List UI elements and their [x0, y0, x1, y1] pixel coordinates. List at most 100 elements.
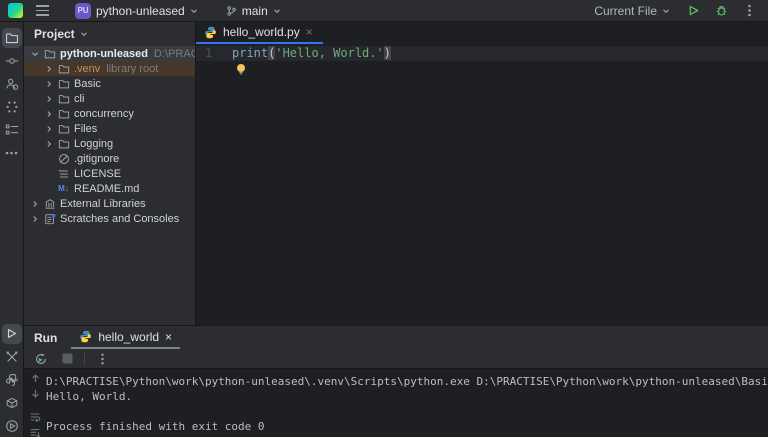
tree-item-logging[interactable]: Logging [24, 136, 195, 151]
folder-icon [57, 122, 70, 135]
tree-item-files[interactable]: Files [24, 121, 195, 136]
more-actions-button[interactable] [738, 2, 760, 20]
tree-chevron-collapsed-icon[interactable] [44, 109, 53, 118]
pull-requests-tool-button[interactable] [2, 74, 22, 94]
tree-chevron-collapsed-icon[interactable] [44, 79, 53, 88]
tree-item-scratches-and-consoles[interactable]: Scratches and Consoles [24, 211, 195, 226]
tree-item-label: python-unleased [60, 48, 148, 60]
more-tool-windows-button[interactable] [2, 143, 22, 163]
main-menu-button[interactable] [29, 2, 55, 20]
run-panel-header: Run hello_world × [24, 326, 768, 349]
rerun-icon[interactable] [32, 351, 50, 367]
tree-item-label: LICENSE [74, 168, 121, 180]
chevron-down-icon [190, 7, 198, 15]
tree-item-label: .venv [74, 63, 100, 75]
vcs-branch-widget[interactable]: main [220, 2, 287, 20]
text-file-icon [57, 167, 70, 180]
tree-item-label: External Libraries [60, 198, 146, 210]
run-panel-title[interactable]: Run [34, 331, 57, 349]
tree-item-label: Scratches and Consoles [60, 213, 179, 225]
scratches-icon [43, 212, 56, 225]
tree-spacer [44, 184, 53, 193]
bookmarks-tool-button[interactable] [2, 120, 22, 140]
stop-icon[interactable] [58, 351, 76, 367]
project-panel-header[interactable]: Project [24, 22, 195, 46]
console-line: Process finished with exit code 0 [46, 419, 768, 434]
tree-chevron-collapsed-icon[interactable] [44, 124, 53, 133]
tree-item-concurrency[interactable]: concurrency [24, 106, 195, 121]
run-tool-window: Run hello_world × [24, 325, 768, 437]
git-branch-icon [226, 5, 237, 17]
run-button[interactable] [682, 2, 704, 20]
tree-item-label: Files [74, 123, 97, 135]
tool-window-rail [0, 22, 24, 437]
tree-item-license[interactable]: LICENSE [24, 166, 195, 181]
run-configuration-widget[interactable]: Current File [588, 2, 676, 20]
tree-item-external-libraries[interactable]: External Libraries [24, 196, 195, 211]
console-output: D:\PRACTISE\Python\work\python-unleased\… [46, 369, 768, 437]
project-name: python-unleased [96, 4, 185, 18]
scroll-down-icon[interactable] [30, 388, 41, 399]
tree-chevron-collapsed-icon[interactable] [44, 64, 53, 73]
editor-area[interactable]: hello_world.py × 1 print('Hello, World.'… [196, 22, 768, 325]
main-toolbar: PU python-unleased main Current File [0, 0, 768, 22]
soft-wrap-icon[interactable] [29, 411, 41, 423]
pycharm-logo-icon[interactable] [8, 3, 23, 18]
structure-tool-button[interactable] [2, 97, 22, 117]
chevron-down-icon [273, 7, 281, 15]
run-tab-label: hello_world [98, 330, 159, 344]
intention-bulb-icon[interactable] [235, 63, 247, 76]
editor-tab-label: hello_world.py [223, 25, 300, 39]
scroll-to-end-icon[interactable] [29, 427, 41, 437]
python-file-icon [79, 330, 92, 343]
services-tool-button[interactable] [2, 416, 22, 436]
folder-icon [57, 92, 70, 105]
library-icon [43, 197, 56, 210]
project-tool-button[interactable] [2, 28, 22, 48]
run-options-icon[interactable] [93, 351, 111, 367]
editor-content[interactable]: 1 print('Hello, World.') [196, 44, 768, 77]
tree-item-label: README.md [74, 183, 139, 195]
editor-tab-hello-world[interactable]: hello_world.py × [196, 22, 323, 44]
chevron-down-icon [80, 30, 88, 38]
tree-item--venv[interactable]: .venv library root [24, 61, 195, 76]
run-toolbar [24, 349, 768, 369]
python-packages-button[interactable] [2, 393, 22, 413]
tree-item-python-unleased[interactable]: python-unleased D:\PRACTISE\Python\ [24, 46, 195, 61]
python-console-button[interactable] [2, 370, 22, 390]
console-line [46, 404, 768, 419]
folder-icon [57, 77, 70, 90]
commit-tool-button[interactable] [2, 51, 22, 71]
tree-item--gitignore[interactable]: .gitignore [24, 151, 195, 166]
run-configuration-label: Current File [594, 4, 657, 18]
python-file-icon [204, 26, 217, 39]
build-tools-button[interactable] [2, 347, 22, 367]
tree-item-basic[interactable]: Basic [24, 76, 195, 91]
run-tab-hello-world[interactable]: hello_world × [71, 326, 180, 349]
toolbar-separator [84, 353, 85, 365]
debug-button[interactable] [710, 2, 732, 20]
markdown-icon: M↓ [57, 182, 70, 195]
scroll-up-icon[interactable] [30, 373, 41, 384]
tree-item-readme-md[interactable]: M↓ README.md [24, 181, 195, 196]
run-console[interactable]: D:\PRACTISE\Python\work\python-unleased\… [24, 369, 768, 437]
tree-item-suffix: D:\PRACTISE\Python\ [154, 48, 195, 60]
tree-chevron-collapsed-icon[interactable] [30, 199, 39, 208]
tree-item-label: Basic [74, 78, 101, 90]
folder-icon [57, 137, 70, 150]
tree-chevron-collapsed-icon[interactable] [30, 214, 39, 223]
tab-close-icon[interactable]: × [306, 25, 313, 39]
tree-item-cli[interactable]: cli [24, 91, 195, 106]
code-text: print('Hello, World.') [232, 46, 391, 61]
tab-close-icon[interactable]: × [165, 330, 172, 344]
console-line: Hello, World. [46, 389, 768, 404]
tree-item-suffix: library root [106, 63, 158, 75]
run-tool-button[interactable] [2, 324, 22, 344]
code-line-1: 1 print('Hello, World.') [196, 44, 768, 61]
project-panel-title: Project [34, 27, 75, 41]
project-widget[interactable]: PU python-unleased [69, 1, 204, 21]
line-number: 1 [196, 46, 232, 61]
tree-chevron-expanded-icon[interactable] [30, 49, 39, 58]
tree-chevron-collapsed-icon[interactable] [44, 94, 53, 103]
tree-chevron-collapsed-icon[interactable] [44, 139, 53, 148]
